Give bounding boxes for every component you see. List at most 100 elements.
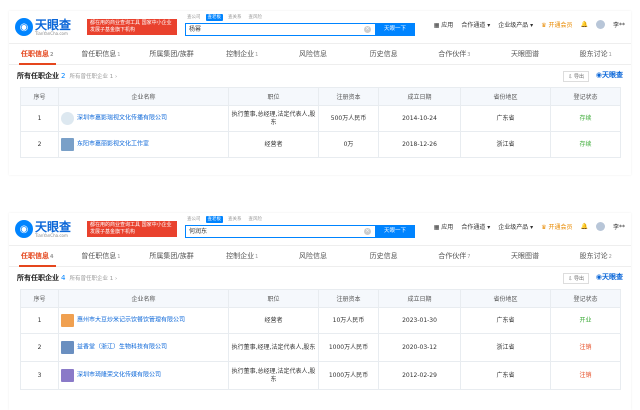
table-row: 3 深圳市琦隆荣文化传媒有限公司 执行董事,总经理,法定代表人,股东 1000万… — [20, 361, 621, 390]
slogan-badge: 都在用的商业查询工具 国家中小企业发展子基金旗下机构 — [87, 221, 177, 237]
logo[interactable]: ◉ 天眼查 TianYanCha.com — [15, 18, 85, 36]
company-link[interactable]: 深圳市琦隆荣文化传媒有限公司 — [77, 372, 161, 379]
tab-controlled[interactable]: 控制企业1 — [207, 43, 278, 65]
positions-table: 序号 企业名称 职位 注册资本 成立日期 省份地区 登记状态 1 惠州市大豆炒米… — [20, 289, 621, 390]
search-tabs: 查公司 查老板 查关系 查风险 — [185, 14, 264, 21]
tab-risk[interactable]: 风险信息 — [278, 43, 349, 65]
tab-group[interactable]: 所属集团/族群 — [136, 245, 207, 267]
search-tab-company[interactable]: 查公司 — [185, 14, 203, 21]
table-row: 1 深圳市嘉影瑞视文化传播有限公司 执行董事,总经理,法定代表人,股东 500万… — [20, 105, 621, 132]
company-link[interactable]: 益香堂（浙江）生物科技有限公司 — [77, 344, 167, 351]
table-header: 序号 企业名称 职位 注册资本 成立日期 省份地区 登记状态 — [20, 289, 621, 308]
company-link[interactable]: 东阳市嘉丽影视文化工作室 — [77, 141, 149, 148]
avatar[interactable] — [595, 222, 605, 231]
company-logo-icon — [61, 314, 74, 327]
section-count: 4 — [61, 274, 66, 282]
tab-partners[interactable]: 合作伙伴3 — [419, 43, 490, 65]
clear-icon[interactable]: × — [364, 228, 371, 235]
tab-former-positions[interactable]: 曾任职信息1 — [66, 43, 137, 65]
search-input[interactable]: 何润东 × — [185, 225, 375, 238]
top-nav: ▦ 应用 合作通道 ▾ 企业级产品 ▾ ♛ 开通会员 🔔 李** — [434, 222, 625, 231]
logo-eye-icon: ◉ — [15, 220, 33, 238]
col-status: 登记状态 — [550, 87, 621, 106]
search-input[interactable]: 杨幂 × — [185, 23, 375, 36]
export-button[interactable]: ⇩ 导出 — [563, 273, 589, 284]
company-logo-icon — [61, 369, 74, 382]
nav-enterprise[interactable]: 企业级产品 ▾ — [498, 222, 533, 231]
tab-discussion[interactable]: 股东讨论2 — [560, 245, 631, 267]
nav-user[interactable]: 李** — [613, 222, 625, 231]
table-row: 1 惠州市大豆炒米记示饮餐饮管理有限公司 经营者 10万人民币 2023-01-… — [20, 307, 621, 334]
former-link[interactable]: 所有曾任职企业 1 › — [69, 274, 117, 282]
search-tab-risk[interactable]: 查风险 — [247, 14, 265, 21]
search-tab-risk[interactable]: 查风险 — [247, 216, 265, 223]
bell-icon[interactable]: 🔔 — [581, 21, 588, 28]
logo[interactable]: ◉ 天眼查 TianYanCha.com — [15, 220, 85, 238]
table-header: 序号 企业名称 职位 注册资本 成立日期 省份地区 登记状态 — [20, 87, 621, 106]
nav-vip[interactable]: ♛ 开通会员 — [541, 222, 572, 231]
screenshot-1: ◉ 天眼查 TianYanCha.com 都在用的商业查询工具 国家中小企业发展子… — [9, 11, 631, 175]
search-area: 查公司 查老板 查关系 查风险 何润东 × 天眼一下 — [185, 216, 415, 242]
brand-url: TianYanCha.com — [35, 30, 68, 36]
company-logo-icon — [61, 138, 74, 151]
search-button[interactable]: 天眼一下 — [375, 23, 415, 36]
section-header: 所有任职企业 2 所有曾任职企业 1 › ⇩ 导出 ◉天眼查 — [9, 65, 631, 87]
clear-icon[interactable]: × — [364, 26, 371, 33]
company-link[interactable]: 深圳市嘉影瑞视文化传播有限公司 — [77, 115, 167, 122]
section-title: 所有任职企业 — [17, 72, 59, 80]
tab-current-positions[interactable]: 任职信息2 — [9, 43, 66, 65]
search-tabs: 查公司 查老板 查关系 查风险 — [185, 216, 264, 223]
search-tab-boss[interactable]: 查老板 — [205, 14, 223, 21]
nav-cooperate[interactable]: 合作通道 ▾ — [461, 20, 490, 29]
tab-graph[interactable]: 天眼图谱 — [490, 43, 561, 65]
status-badge: 注销 — [550, 361, 621, 390]
nav-cooperate[interactable]: 合作通道 ▾ — [461, 222, 490, 231]
search-tab-company[interactable]: 查公司 — [185, 216, 203, 223]
tab-discussion[interactable]: 股东讨论1 — [560, 43, 631, 65]
avatar[interactable] — [595, 20, 605, 29]
screenshot-2: ◉ 天眼查 TianYanCha.com 都在用的商业查询工具 国家中小企业发展子… — [9, 213, 631, 410]
bell-icon[interactable]: 🔔 — [581, 223, 588, 230]
nav-vip[interactable]: ♛ 开通会员 — [541, 20, 572, 29]
tab-controlled[interactable]: 控制企业1 — [207, 245, 278, 267]
tab-history[interactable]: 历史信息 — [348, 43, 419, 65]
status-badge: 开业 — [550, 307, 621, 334]
tab-graph[interactable]: 天眼图谱 — [490, 245, 561, 267]
search-button[interactable]: 天眼一下 — [375, 225, 415, 238]
company-link[interactable]: 惠州市大豆炒米记示饮餐饮管理有限公司 — [77, 317, 185, 324]
tab-current-positions[interactable]: 任职信息4 — [9, 245, 66, 267]
nav-user[interactable]: 李** — [613, 20, 625, 29]
tab-partners[interactable]: 合作伙伴7 — [419, 245, 490, 267]
logo-eye-icon: ◉ — [15, 18, 33, 36]
tab-group[interactable]: 所属集团/族群 — [136, 43, 207, 65]
section-count: 2 — [61, 72, 66, 80]
section-header: 所有任职企业 4 所有曾任职企业 1 › ⇩ 导出 ◉天眼查 — [9, 267, 631, 289]
search-tab-boss[interactable]: 查老板 — [205, 216, 223, 223]
export-button[interactable]: ⇩ 导出 — [563, 71, 589, 82]
tab-risk[interactable]: 风险信息 — [278, 245, 349, 267]
nav-app[interactable]: ▦ 应用 — [434, 20, 454, 29]
nav-app[interactable]: ▦ 应用 — [434, 222, 454, 231]
table-row: 2 东阳市嘉丽影视文化工作室 经营者 0万 2018-12-26 浙江省 存续 — [20, 131, 621, 158]
col-capital: 注册资本 — [318, 87, 379, 106]
col-date: 成立日期 — [378, 87, 461, 106]
section-title: 所有任职企业 — [17, 274, 59, 282]
former-link[interactable]: 所有曾任职企业 1 › — [69, 72, 117, 80]
brand-url: TianYanCha.com — [35, 232, 68, 238]
search-tab-relation[interactable]: 查关系 — [226, 14, 244, 21]
search-area: 查公司 查老板 查关系 查风险 杨幂 × 天眼一下 — [185, 14, 415, 40]
tab-former-positions[interactable]: 曾任职信息1 — [66, 245, 137, 267]
info-tabs: 任职信息2 曾任职信息1 所属集团/族群 控制企业1 风险信息 历史信息 合作伙… — [9, 43, 631, 65]
top-nav: ▦ 应用 合作通道 ▾ 企业级产品 ▾ ♛ 开通会员 🔔 李** — [434, 20, 625, 29]
col-role: 职位 — [228, 289, 319, 308]
nav-enterprise[interactable]: 企业级产品 ▾ — [498, 20, 533, 29]
company-logo-icon — [61, 112, 74, 125]
col-company: 企业名称 — [58, 87, 229, 106]
tab-history[interactable]: 历史信息 — [348, 245, 419, 267]
col-no: 序号 — [20, 87, 59, 106]
col-capital: 注册资本 — [318, 289, 379, 308]
positions-table: 序号 企业名称 职位 注册资本 成立日期 省份地区 登记状态 1 深圳市嘉影瑞视… — [20, 87, 621, 158]
search-tab-relation[interactable]: 查关系 — [226, 216, 244, 223]
col-status: 登记状态 — [550, 289, 621, 308]
col-role: 职位 — [228, 87, 319, 106]
